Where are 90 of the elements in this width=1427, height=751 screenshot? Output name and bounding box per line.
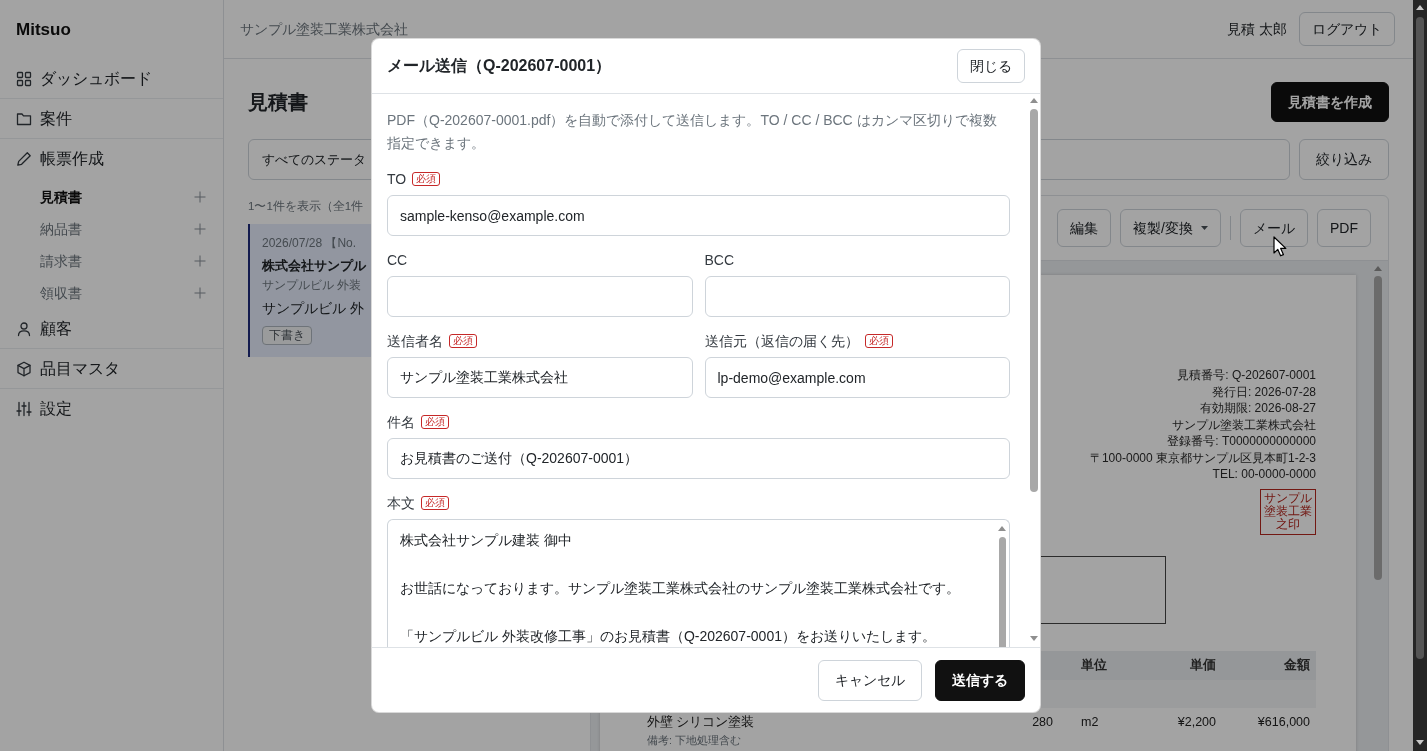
issuer-info-line: TEL: 00-0000-0000 xyxy=(1212,467,1316,481)
column-header: 金額 xyxy=(1284,657,1310,672)
quote-date-number: 2026/07/28 【No. xyxy=(262,236,357,250)
send-button[interactable]: 送信する xyxy=(935,659,1025,701)
filter-button[interactable]: 絞り込み xyxy=(1299,139,1389,180)
scrollbar-thumb[interactable] xyxy=(1374,276,1382,580)
field-label: 送信者名 xyxy=(387,332,443,351)
sliders-icon xyxy=(16,401,32,417)
logout-button[interactable]: ログアウト xyxy=(1299,12,1395,46)
issuer-info-line: 登録番号: T0000000000000 xyxy=(1167,434,1316,448)
sidebar-subitem[interactable]: 請求書 xyxy=(40,250,82,272)
close-button[interactable]: 閉じる xyxy=(957,49,1025,83)
brand-name: Mitsuo xyxy=(16,18,71,41)
scroll-up-icon[interactable] xyxy=(1416,5,1424,10)
grid-icon xyxy=(16,70,32,87)
company-name: サンプル塗装工業株式会社 xyxy=(240,19,408,39)
plus-icon[interactable] xyxy=(194,287,206,299)
toolbar-button[interactable]: PDF xyxy=(1317,209,1371,247)
sidebar-subitem[interactable]: 納品書 xyxy=(40,218,82,240)
sidebar-item[interactable]: ダッシュボード xyxy=(0,59,223,99)
mouse-pointer-icon xyxy=(1273,236,1287,257)
field-label: 送信元（返信の届く先） xyxy=(704,332,859,351)
required-badge: 必須 xyxy=(864,334,893,348)
input-field[interactable]: サンプル塗装工業株式会社 xyxy=(387,357,693,398)
required-badge: 必須 xyxy=(421,415,449,429)
pencil-icon xyxy=(16,151,32,167)
person-icon xyxy=(16,320,32,337)
message-field[interactable]: 株式会社サンプル建装 御中 お世話になっております。サンプル塗装工業株式会社のサンプル塗装工業株式会社です。 「サンプルビル 外装改修工事」のお見積書（Q-202607-0001）をお送りいたします。 xyxy=(387,519,1010,647)
user-name: 見積 太郎 xyxy=(1227,19,1287,39)
issuer-info-line: 発行日: 2026-07-28 xyxy=(1211,384,1316,399)
item-note: 備考: 下地処理含む xyxy=(647,733,741,746)
toolbar-button[interactable]: 編集 xyxy=(1057,209,1112,247)
input-field[interactable] xyxy=(387,276,693,317)
required-badge: 必須 xyxy=(421,496,449,510)
customer-name: 株式会社サンプル xyxy=(262,258,366,273)
message-paragraph: お世話になっております。サンプル塗装工業株式会社のサンプル塗装工業株式会社です。 xyxy=(400,580,960,596)
plus-icon[interactable] xyxy=(194,191,206,203)
dialog-title: メール送信（Q-202607-0001） xyxy=(387,56,612,76)
folder-icon xyxy=(16,110,32,127)
field-label: CC xyxy=(387,251,408,270)
cube-icon xyxy=(16,360,32,377)
result-count: 1〜1件を表示（全1件 xyxy=(248,199,364,214)
plus-icon[interactable] xyxy=(194,223,206,235)
input-field[interactable]: lp-demo@example.com xyxy=(704,357,1010,398)
sidebar-item[interactable]: 案件 xyxy=(0,99,223,139)
required-badge: 必須 xyxy=(412,172,441,186)
sidebar-item[interactable]: 設定 xyxy=(0,389,223,429)
input-field[interactable] xyxy=(704,276,1010,317)
toolbar-button[interactable]: メール xyxy=(1240,209,1308,247)
create-quote-button[interactable]: 見積書を作成 xyxy=(1271,82,1389,122)
dropdown-button[interactable]: 複製/変換 xyxy=(1120,209,1221,247)
issuer-info-line: 見積番号: Q-202607-0001 xyxy=(1177,368,1316,382)
item-name: 外壁 シリコン塗装 xyxy=(647,714,755,729)
issuer-info-line: 〒100-0000 東京都サンプル区見本町1-2-3 xyxy=(1089,450,1316,465)
sidebar-item[interactable]: 顧客 xyxy=(0,309,223,349)
caret-icon xyxy=(1201,226,1208,230)
message-paragraph: 「サンプルビル 外装改修工事」のお見積書（Q-202607-0001）をお送りいたします。 xyxy=(400,628,936,644)
seal-stamp: サンプル塗装工業之印 xyxy=(1260,488,1316,535)
scrollbar-thumb[interactable] xyxy=(1416,17,1424,659)
table-cell: 280 xyxy=(1032,714,1053,729)
status-badge: 下書き xyxy=(262,326,312,345)
dialog-description: PDF（Q-202607-0001.pdf）を自動で添付して送信します。TO / CC / BCC はカンマ区切りで複数指定できます。 xyxy=(387,111,998,153)
table-cell: ¥2,200 xyxy=(1177,714,1216,729)
field-label: 本文 xyxy=(387,494,415,513)
table-cell: ¥616,000 xyxy=(1257,714,1310,729)
page-title: 見積書 xyxy=(248,90,308,114)
column-header: 単位 xyxy=(1081,657,1107,672)
message-paragraph: 株式会社サンプル建装 御中 xyxy=(400,532,572,548)
scroll-down-icon[interactable] xyxy=(1416,740,1424,745)
project-subtitle: サンプルビル 外装 xyxy=(262,278,362,292)
field-label: 件名 xyxy=(387,413,415,432)
sidebar-item[interactable]: 帳票作成 xyxy=(0,139,223,179)
sidebar-subitem[interactable]: 見積書 xyxy=(40,186,82,208)
issuer-info-line: 有効期限: 2026-08-27 xyxy=(1199,401,1316,415)
input-field[interactable]: お見積書のご送付（Q-202607-0001） xyxy=(387,438,1010,479)
input-field[interactable]: sample-kenso@example.com xyxy=(387,195,1010,236)
scrollbar-thumb[interactable] xyxy=(998,537,1006,647)
field-label: BCC xyxy=(704,251,735,270)
sidebar-subitem[interactable]: 領収書 xyxy=(40,282,82,304)
sidebar-item[interactable]: 品目マスタ xyxy=(0,349,223,389)
scrollbar[interactable] xyxy=(1413,0,1427,751)
issuer-info-line: サンプル塗装工業株式会社 xyxy=(1172,417,1316,432)
field-label: TO xyxy=(387,170,407,189)
required-badge: 必須 xyxy=(449,334,477,348)
project-name: サンプルビル 外 xyxy=(262,300,364,316)
scrollbar-thumb[interactable] xyxy=(1030,109,1038,492)
plus-icon[interactable] xyxy=(194,255,206,267)
table-cell: m2 xyxy=(1081,714,1099,729)
cancel-button[interactable]: キャンセル xyxy=(818,659,922,701)
column-header: 単価 xyxy=(1190,657,1216,672)
